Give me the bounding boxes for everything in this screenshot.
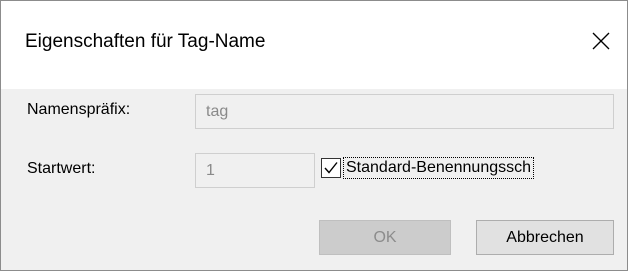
start-value-input[interactable]: 1 <box>195 153 315 188</box>
standard-naming-checkbox[interactable] <box>321 158 341 178</box>
checkmark-icon <box>324 162 338 174</box>
title-bar: Eigenschaften für Tag-Name <box>1 1 627 89</box>
prefix-input[interactable]: tag <box>195 94 614 129</box>
close-icon <box>592 32 610 50</box>
standard-naming-label[interactable]: Standard-Benennungssch <box>342 157 535 179</box>
ok-button[interactable]: OK <box>319 220 451 255</box>
dialog-title: Eigenschaften für Tag-Name <box>25 31 266 52</box>
close-button[interactable] <box>583 23 619 59</box>
start-value-label: Startwert: <box>27 160 96 177</box>
standard-naming-option[interactable]: Standard-Benennungssch <box>321 153 535 183</box>
cancel-button[interactable]: Abbrechen <box>476 220 614 255</box>
tag-name-properties-dialog: Eigenschaften für Tag-Name Namenspräfix:… <box>0 0 628 271</box>
dialog-body: Namenspräfix: tag Startwert: 1 Standard-… <box>1 89 627 270</box>
prefix-label: Namenspräfix: <box>27 101 131 118</box>
